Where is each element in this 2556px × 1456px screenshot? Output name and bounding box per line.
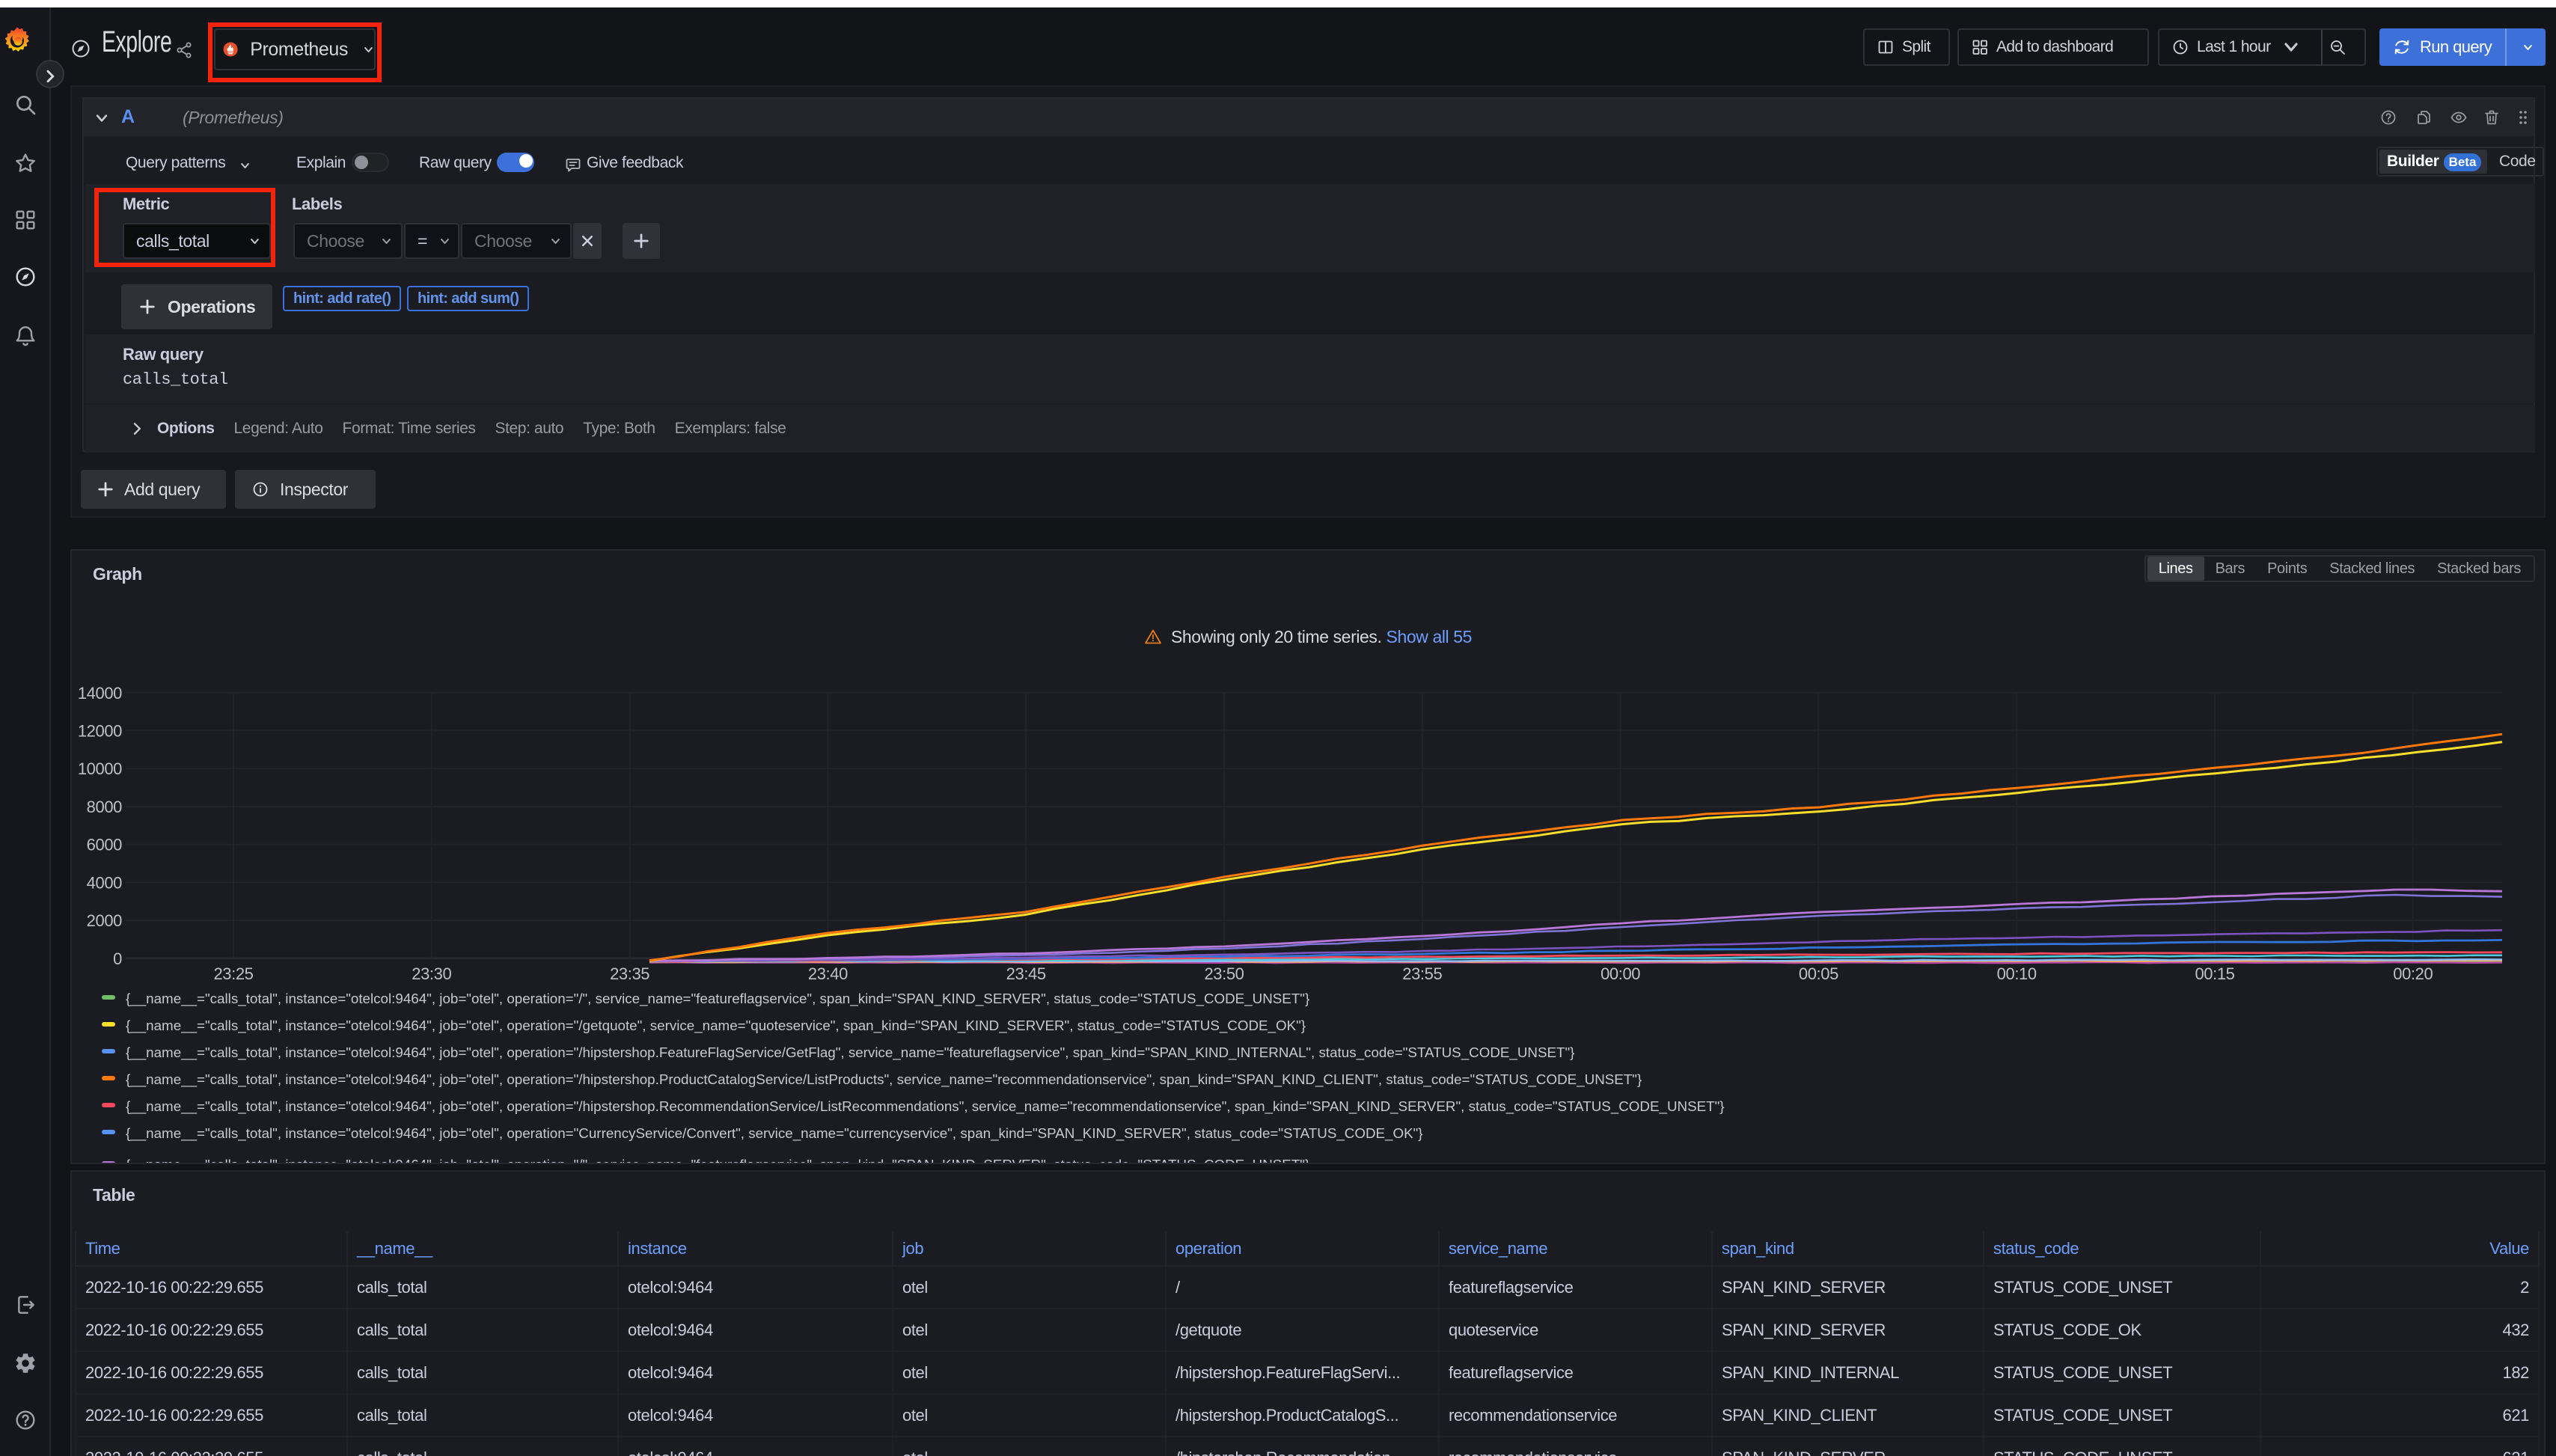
svg-text:00:10: 00:10	[1997, 964, 2037, 983]
svg-text:2000: 2000	[87, 911, 123, 930]
svg-text:4000: 4000	[87, 873, 123, 892]
svg-text:00:05: 00:05	[1799, 964, 1838, 983]
svg-text:12000: 12000	[78, 721, 122, 740]
svg-text:00:15: 00:15	[2195, 964, 2234, 983]
svg-text:00:00: 00:00	[1600, 964, 1640, 983]
svg-text:6000: 6000	[87, 836, 123, 854]
svg-text:23:50: 23:50	[1204, 964, 1244, 983]
svg-text:8000: 8000	[87, 798, 123, 816]
svg-text:23:40: 23:40	[808, 964, 848, 983]
svg-text:23:25: 23:25	[213, 964, 253, 983]
svg-text:00:20: 00:20	[2393, 964, 2433, 983]
svg-text:23:30: 23:30	[412, 964, 451, 983]
svg-text:23:45: 23:45	[1006, 964, 1046, 983]
svg-text:23:35: 23:35	[610, 964, 649, 983]
svg-text:23:55: 23:55	[1402, 964, 1442, 983]
svg-text:10000: 10000	[78, 759, 122, 778]
svg-text:0: 0	[113, 949, 122, 968]
svg-text:14000: 14000	[78, 684, 122, 703]
